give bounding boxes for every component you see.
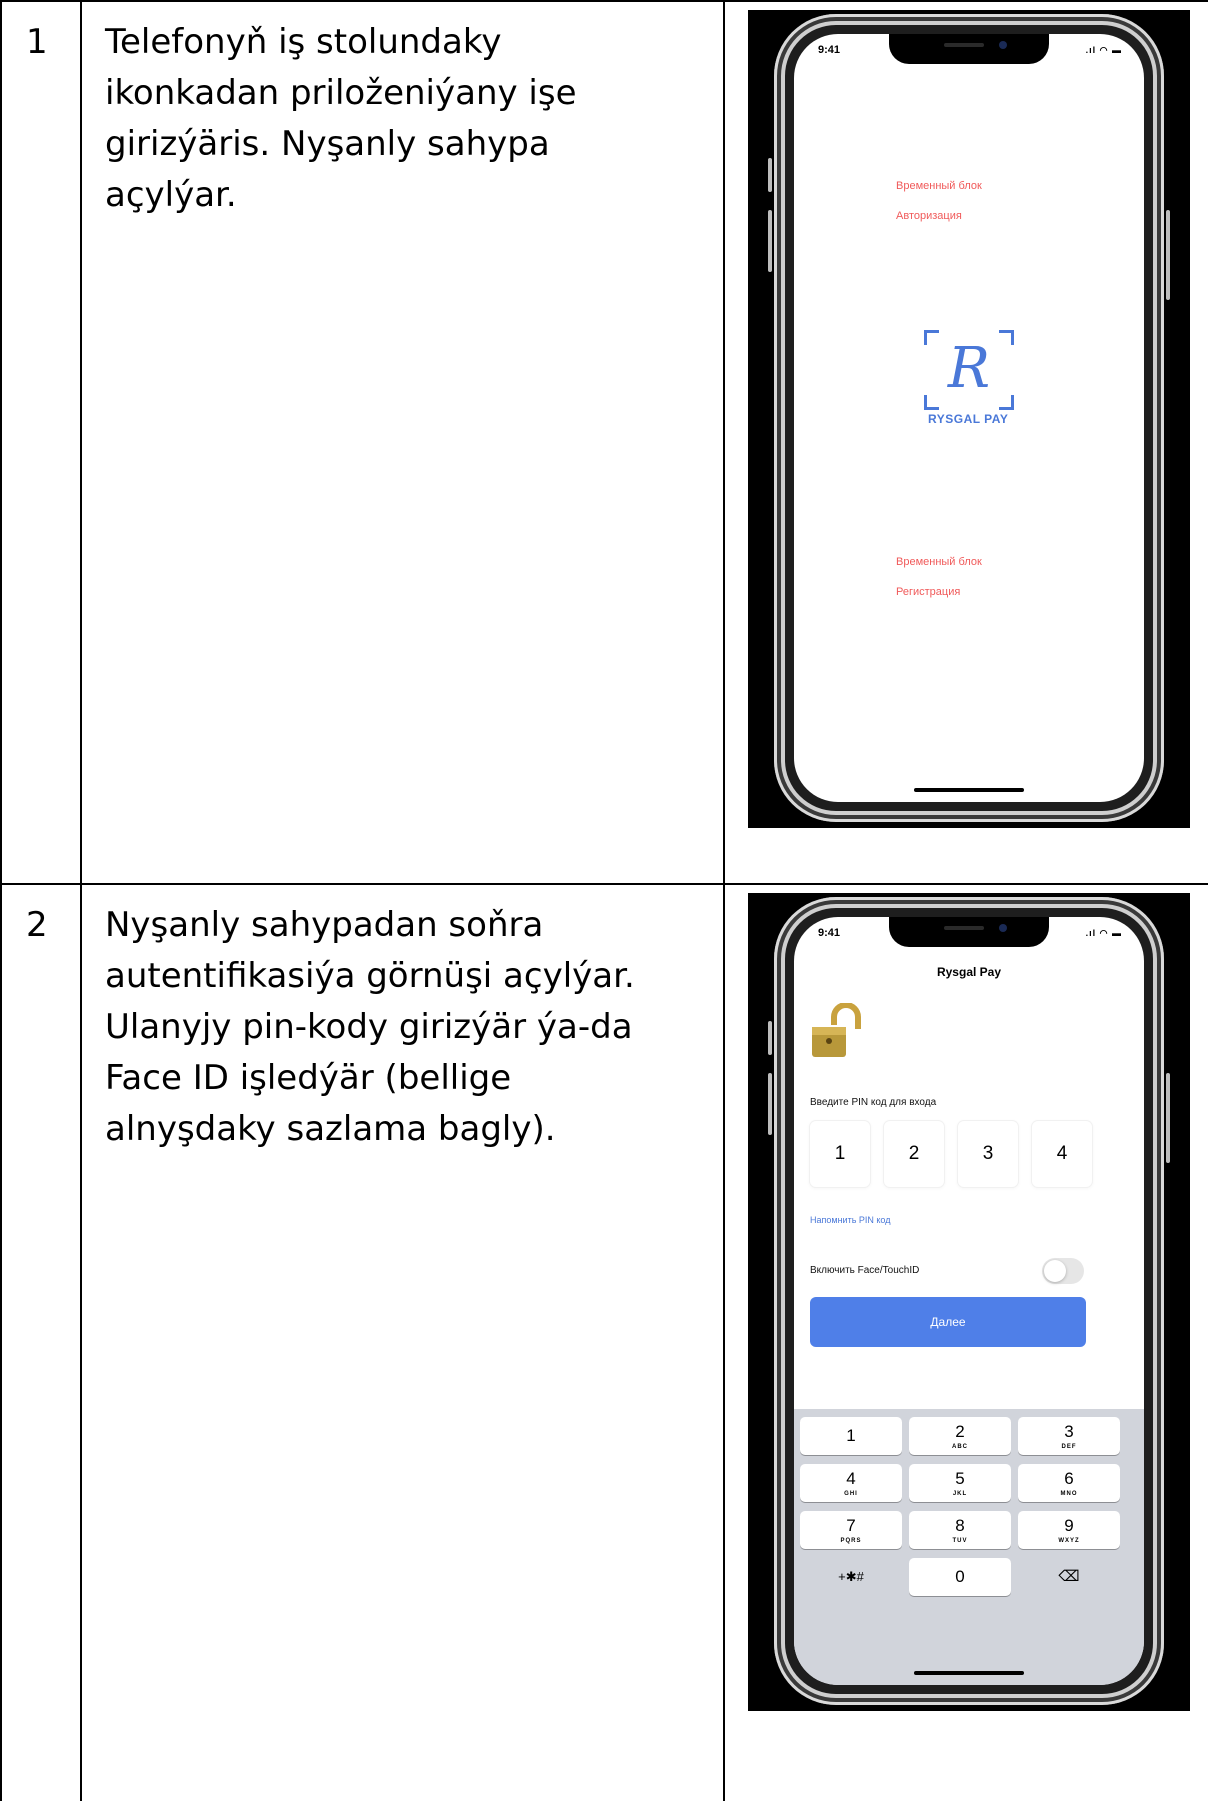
phone-side-button [768,1021,772,1055]
row-description: Telefonyň iş stolundaky ikonkadan prilož… [105,17,715,221]
home-indicator [914,1671,1024,1675]
key-3[interactable]: 3 DEF [1018,1417,1120,1455]
remind-pin-link[interactable]: Напомнить PIN код [810,1215,890,1225]
phone-notch [889,917,1049,947]
phone-frame: 9:41 .ıl ◠ ▬ Rysgal Pay Введите PIN код … [774,897,1164,1705]
description-line: Nyşanly sahypadan soňra [105,905,544,945]
temp-block-label: Временный блок [896,556,982,568]
temp-block-label: Временный блок [896,180,982,192]
status-icons: .ıl ◠ ▬ [1086,45,1122,56]
phone-side-button [1166,1073,1170,1163]
logo-text: RYSGAL PAY [928,412,1009,426]
home-indicator [914,788,1024,792]
pin-label: Введите PIN код для входа [810,1097,937,1108]
pin-digit-box[interactable]: 1 [810,1121,870,1187]
table-border-left [0,0,2,1801]
description-line: autentifikasiýa görnüşi açylýar. [105,956,635,996]
page-title: Rysgal Pay [936,965,1002,979]
backspace-icon[interactable]: ⌫ [1018,1558,1120,1596]
key-8[interactable]: 8 TUV [909,1511,1011,1549]
phone-side-button [768,1073,772,1135]
toggle-knob [1044,1260,1066,1282]
status-time: 9:41 [818,44,841,56]
face-id-toggle[interactable] [1042,1258,1084,1284]
row-description: Nyşanly sahypadan soňra autentifikasiýa … [105,900,715,1155]
key-7[interactable]: 7 PQRS [800,1511,902,1549]
key-9[interactable]: 9 WXYZ [1018,1511,1120,1549]
description-line: Face ID işledýär (bellige [105,1058,512,1098]
key-0[interactable]: 0 [909,1558,1011,1596]
pin-digit-box[interactable]: 2 [884,1121,944,1187]
logo-monogram: R [947,336,991,401]
description-line: Telefonyň iş stolundaky [105,22,502,62]
pin-digit-box[interactable]: 4 [1032,1121,1092,1187]
phone-notch [889,34,1049,64]
status-icons: .ıl ◠ ▬ [1086,928,1122,939]
table-col-divider-2 [723,0,725,1801]
key-1[interactable]: 1 [800,1417,902,1455]
logo: R [924,330,1014,410]
phone-screenshot: 9:41 .ıl ◠ ▬ Rysgal Pay Введите PIN код … [748,893,1190,1711]
key-5[interactable]: 5 JKL [909,1464,1011,1502]
table-col-divider-1 [80,0,82,1801]
lock-icon [812,1003,861,1057]
face-id-label: Включить Face/TouchID [810,1265,920,1276]
next-button[interactable]: Далее [810,1297,1086,1347]
signal-icon: .ıl [1085,928,1097,938]
status-time: 9:41 [818,927,841,939]
description-line: açylýar. [105,175,237,215]
description-line: Ulanyjy pin-kody girizýär ýa-da [105,1007,633,1047]
pin-digit-box[interactable]: 3 [958,1121,1018,1187]
register-link[interactable]: Регистрация [896,586,960,598]
description-line: girizýäris. Nyşanly sahypa [105,124,550,164]
phone-screen: 9:41 .ıl ◠ ▬ Rysgal Pay Введите PIN код … [794,917,1144,1685]
key-6[interactable]: 6 MNO [1018,1464,1120,1502]
key-2[interactable]: 2 ABC [909,1417,1011,1455]
description-line: alnyşdaky sazlama bagly). [105,1109,556,1149]
phone-frame: 9:41 .ıl ◠ ▬ Временный блок Авторизация … [774,14,1164,822]
login-link[interactable]: Авторизация [896,210,962,222]
table-border-top [0,0,1208,2]
phone-screen: 9:41 .ıl ◠ ▬ Временный блок Авторизация … [794,34,1144,802]
phone-side-button [768,210,772,272]
key-4[interactable]: 4 GHI [800,1464,902,1502]
numeric-keypad: 1 2 ABC 3 DEF 4 GHI 5 JKL 6 MNO 7 PQRS 8 TUV 9W… [794,1409,1144,1685]
row-number: 2 [26,905,48,945]
wifi-icon: ◠ [1099,928,1109,938]
row-number: 1 [26,22,48,62]
description-line: ikonkadan priloženiýany işe [105,73,577,113]
battery-icon: ▬ [1112,45,1122,55]
phone-side-button [768,158,772,192]
phone-screenshot: 9:41 .ıl ◠ ▬ Временный блок Авторизация … [748,10,1190,828]
wifi-icon: ◠ [1099,45,1109,55]
battery-icon: ▬ [1112,928,1122,938]
table-row-divider [0,883,1208,885]
phone-side-button [1166,210,1170,300]
signal-icon: .ıl [1085,45,1097,55]
key-symbols[interactable]: +✱# [800,1558,902,1596]
